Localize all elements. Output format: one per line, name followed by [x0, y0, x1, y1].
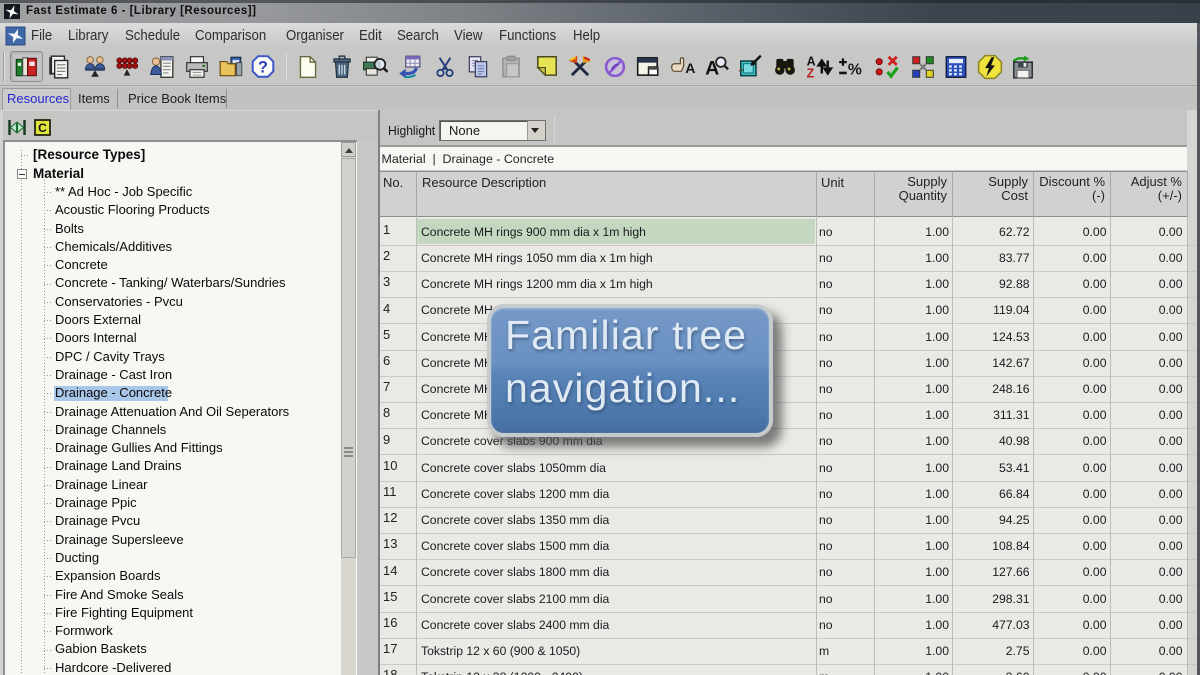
svg-text:C: C [38, 121, 47, 135]
svg-text:?: ? [258, 58, 268, 76]
svg-text:Z: Z [807, 66, 815, 80]
svg-text:A: A [685, 60, 695, 76]
svg-text:%: % [848, 62, 862, 79]
